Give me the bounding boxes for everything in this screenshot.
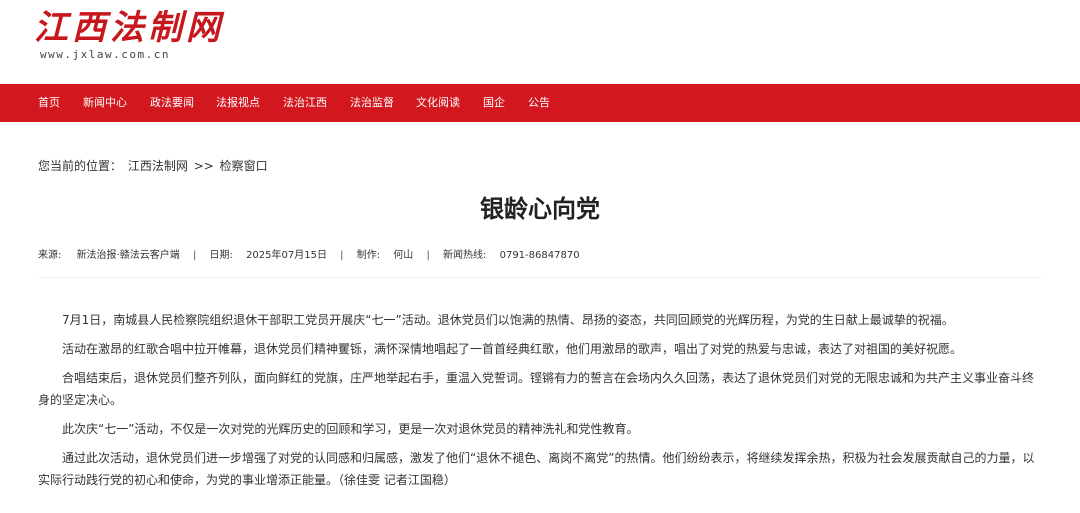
nav-item-supervision[interactable]: 法治监督 [350,84,394,122]
site-header: 江西法制网 www.jxlaw.com.cn [0,0,1080,84]
meta-separator: | [340,250,344,261]
article-paragraph: 合唱结束后，退休党员们整齐列队，面向鲜红的党旗，庄严地举起右手，重温入党誓词。铿… [38,371,1035,407]
article-body: 7月1日，南城县人民检察院组织退休干部职工党员开展庆“七一”活动。退休党员们以饱… [38,309,1044,498]
breadcrumb-home-link[interactable]: 江西法制网 [128,159,188,173]
nav-item-culture-reading[interactable]: 文化阅读 [416,84,460,122]
article-paragraph: 活动在激昂的红歌合唱中拉开帷幕，退休党员们精神矍铄，满怀深情地唱起了一首首经典红… [62,342,963,356]
article-paragraph: 通过此次活动，退休党员们进一步增强了对党的认同感和归属感，激发了他们“退休不褪色… [38,451,1035,487]
meta-separator: | [192,250,197,261]
source-label: 来源: [38,250,62,261]
nav-item-rule-of-law[interactable]: 法治江西 [283,84,327,122]
logo-title: 江西法制网 [34,8,224,48]
nav-item-politics-law[interactable]: 政法要闻 [150,84,194,122]
breadcrumb-separator: >> [193,159,214,173]
nav-item-viewpoint[interactable]: 法报视点 [216,84,260,122]
nav-item-home[interactable]: 首页 [38,84,60,122]
article-paragraph: 此次庆“七一”活动，不仅是一次对党的光辉历史的回顾和学习，更是一次对退休党员的精… [62,422,639,436]
nav-item-news-center[interactable]: 新闻中心 [83,84,127,122]
source-value: 新法治报·赣法云客户端 [76,250,180,261]
date-value: 2025年07月15日 [246,250,327,261]
site-logo[interactable]: 江西法制网 www.jxlaw.com.cn [32,8,220,68]
date-label: 日期: [209,250,233,261]
meta-separator: | [426,250,430,261]
breadcrumb: 您当前的位置： 江西法制网 >> 检察窗口 [38,157,270,174]
main-nav: 首页 新闻中心 政法要闻 法报视点 法治江西 法治监督 文化阅读 国企 公告 [0,84,1080,122]
nav-item-soe[interactable]: 国企 [483,84,505,122]
author-value: 何山 [393,250,414,261]
author-label: 制作: [356,250,381,261]
hotline-label: 新闻热线: [443,250,487,261]
logo-url: www.jxlaw.com.cn [40,48,170,61]
nav-item-announcement[interactable]: 公告 [528,84,550,122]
breadcrumb-current-link[interactable]: 检察窗口 [220,159,268,173]
breadcrumb-prefix: 您当前的位置： [38,159,123,173]
article-title: 银龄心向党 [480,195,600,223]
meta-divider [38,277,1042,278]
hotline-value: 0791-86847870 [499,250,580,261]
article-meta: 来源: 新法治报·赣法云客户端 | 日期: 2025年07月15日 | 制作: … [38,246,580,261]
article-paragraph: 7月1日，南城县人民检察院组织退休干部职工党员开展庆“七一”活动。退休党员们以饱… [62,313,954,327]
